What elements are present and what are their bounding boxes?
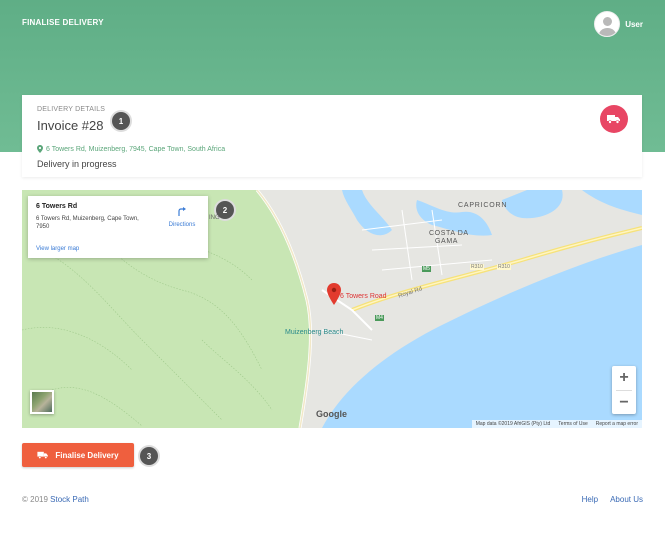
step-badge-3: 3 bbox=[140, 447, 158, 465]
delivery-status: Delivery in progress bbox=[37, 159, 117, 169]
map-route-m5: M5 bbox=[422, 266, 431, 272]
directions-link[interactable]: Directions bbox=[164, 203, 200, 228]
map-info-window: 6 Towers Rd 6 Towers Rd, Muizenberg, Cap… bbox=[28, 196, 208, 258]
map-label-gama: GAMA bbox=[435, 238, 459, 245]
section-label: DELIVERY DETAILS bbox=[37, 106, 106, 113]
footer-links: Help About Us bbox=[582, 495, 643, 504]
page-title: FINALISE DELIVERY bbox=[22, 18, 104, 27]
finalise-delivery-label[interactable]: Finalise Delivery bbox=[55, 451, 118, 460]
map-route-r310-a: R310 bbox=[470, 264, 484, 270]
delivery-address[interactable]: 6 Towers Rd, Muizenberg, 7945, Cape Town… bbox=[37, 145, 225, 153]
user-avatar-icon[interactable] bbox=[594, 11, 621, 37]
map-label-costa: COSTA DA bbox=[429, 230, 469, 237]
address-text[interactable]: 6 Towers Rd, Muizenberg, 7945, Cape Town… bbox=[46, 146, 225, 153]
directions-icon[interactable] bbox=[177, 206, 187, 216]
directions-label[interactable]: Directions bbox=[164, 222, 200, 228]
truck-icon bbox=[37, 451, 49, 459]
info-window-address: 6 Towers Rd, Muizenberg, Cape Town, 7950 bbox=[36, 216, 139, 230]
zoom-in-button[interactable]: + bbox=[612, 366, 636, 390]
map-pin-icon bbox=[37, 145, 43, 153]
location-marker-icon[interactable] bbox=[327, 283, 341, 305]
zoom-controls: + − bbox=[612, 366, 636, 414]
report-map-error-link[interactable]: Report a map error bbox=[596, 421, 638, 427]
info-window-title: 6 Towers Rd bbox=[36, 203, 78, 210]
satellite-toggle[interactable] bbox=[30, 390, 54, 414]
delivery-truck-button[interactable] bbox=[600, 105, 628, 133]
map-label-nature: ING bbox=[209, 215, 220, 221]
map-marker-label: 6 Towers Road bbox=[340, 293, 387, 300]
map-data-credit: Map data ©2019 AfriGIS (Pty) Ltd bbox=[475, 421, 551, 427]
finalise-delivery-button[interactable]: Finalise Delivery bbox=[22, 443, 134, 467]
help-link[interactable]: Help bbox=[582, 495, 598, 504]
truck-icon bbox=[607, 115, 620, 124]
footer-copyright: © 2019 Stock Path bbox=[22, 495, 89, 504]
map-route-r310-b: R310 bbox=[497, 264, 511, 270]
user-name[interactable]: User bbox=[625, 20, 643, 29]
zoom-out-button[interactable]: − bbox=[612, 391, 636, 415]
step-badge-1: 1 bbox=[112, 112, 130, 130]
map-label-capricorn: CAPRICORN bbox=[458, 202, 508, 209]
brand-link[interactable]: Stock Path bbox=[50, 495, 89, 504]
copyright-text: © 2019 bbox=[22, 495, 48, 504]
google-logo[interactable]: Google bbox=[316, 409, 347, 419]
invoice-title: Invoice #28 bbox=[37, 118, 104, 133]
map-view[interactable]: 6 Towers Rd 6 Towers Rd, Muizenberg, Cap… bbox=[22, 190, 642, 428]
map-label-beach: Muizenberg Beach bbox=[285, 329, 344, 336]
user-menu[interactable]: User bbox=[594, 11, 643, 37]
about-us-link[interactable]: About Us bbox=[610, 495, 643, 504]
delivery-details-card: DELIVERY DETAILS Invoice #28 1 6 Towers … bbox=[22, 95, 642, 177]
view-larger-map-link[interactable]: View larger map bbox=[36, 246, 79, 252]
map-attribution: Map data ©2019 AfriGIS (Pty) Ltd Terms o… bbox=[471, 420, 642, 428]
terms-of-use-link[interactable]: Terms of Use bbox=[558, 421, 587, 427]
map-route-m4: M4 bbox=[375, 315, 384, 321]
